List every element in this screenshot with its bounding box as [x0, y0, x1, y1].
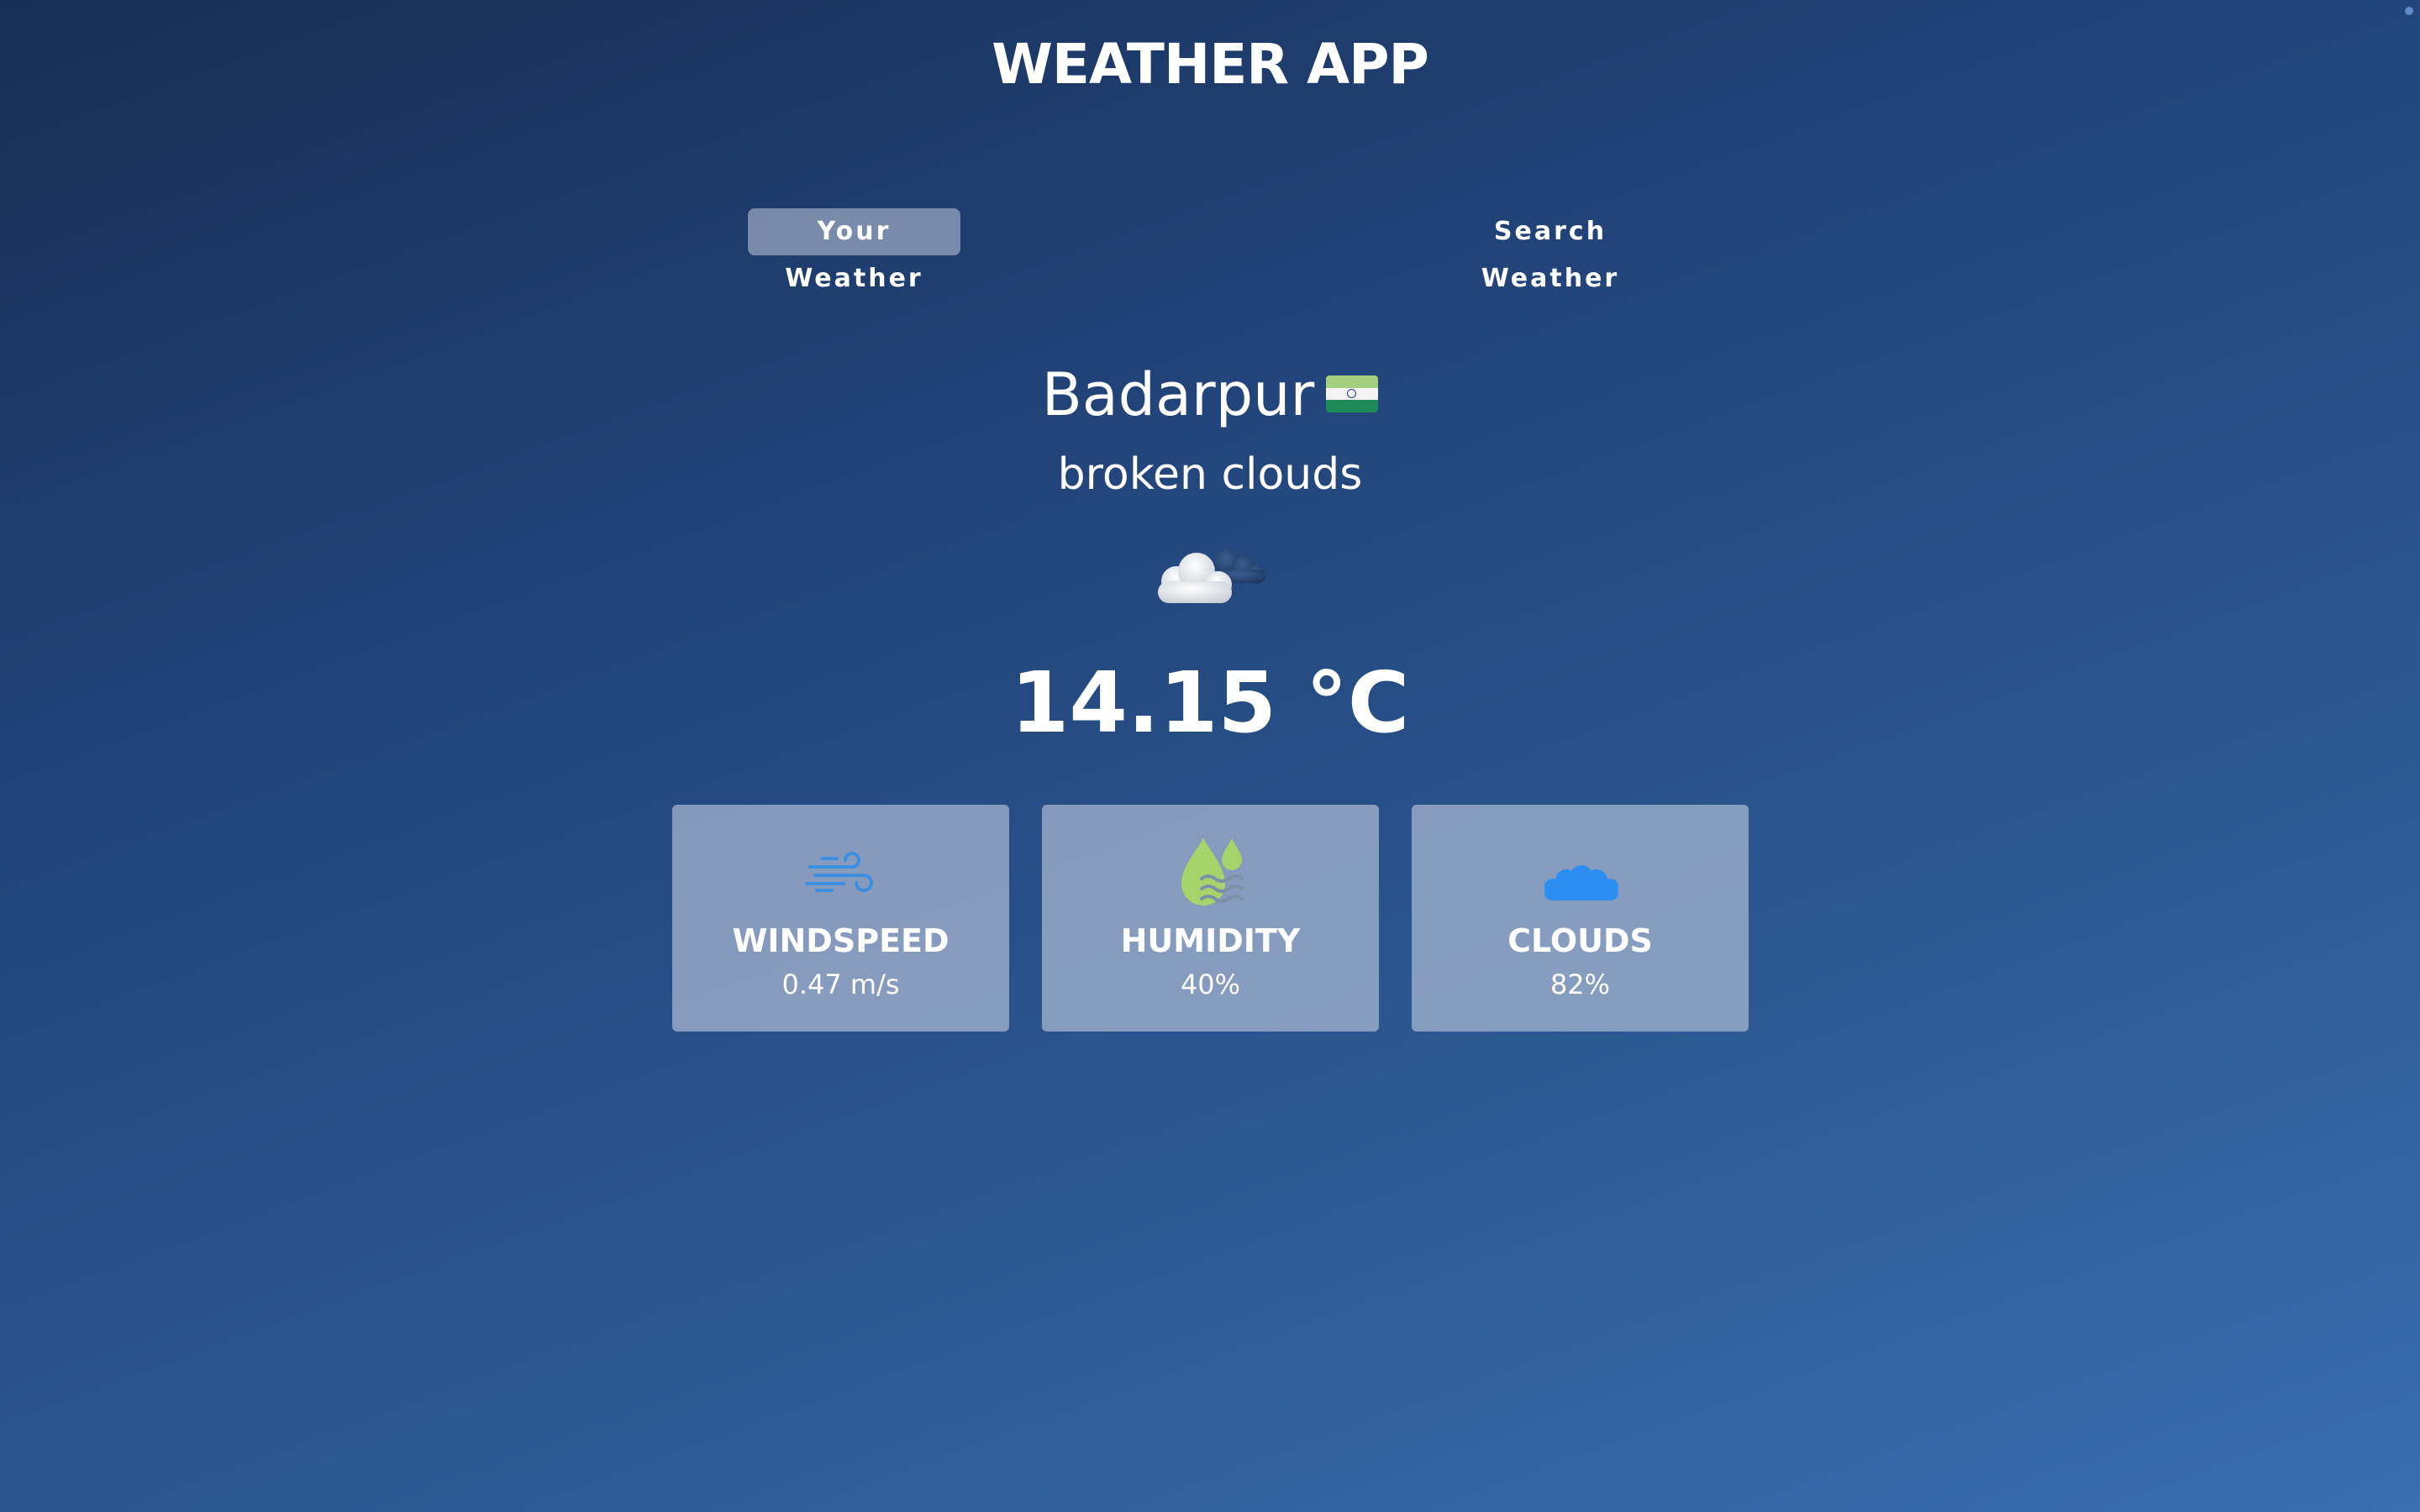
- tab-search-weather[interactable]: Search Weather: [1428, 208, 1672, 293]
- corner-indicator: [2405, 7, 2413, 15]
- weather-description: broken clouds: [1057, 449, 1363, 500]
- clouds-value: 82%: [1549, 969, 1611, 1000]
- wind-icon: [805, 852, 873, 892]
- humidity-card: HUMIDITY 40%: [1042, 805, 1379, 1032]
- app-title: WEATHER APP: [992, 32, 1429, 97]
- city-name: Badarpur: [1041, 360, 1315, 429]
- cloud-icon: [1544, 865, 1618, 900]
- humidity-value: 40%: [1180, 969, 1241, 1000]
- broken-clouds-icon: [1158, 549, 1265, 603]
- windspeed-label: WINDSPEED: [732, 922, 950, 959]
- windspeed-card: WINDSPEED 0.47 m/s: [672, 805, 1009, 1032]
- clouds-card: CLOUDS 82%: [1412, 805, 1749, 1032]
- humidity-icon: [1181, 838, 1244, 906]
- clouds-label: CLOUDS: [1507, 922, 1653, 959]
- windspeed-value: 0.47 m/s: [781, 969, 900, 1000]
- temperature: 14.15 °C: [1010, 654, 1410, 752]
- location-header: Badarpur: [0, 360, 2420, 430]
- humidity-label: HUMIDITY: [1120, 922, 1301, 959]
- tab-your-weather[interactable]: Your Weather: [748, 208, 960, 293]
- india-flag-icon: [1326, 375, 1379, 412]
- tab-bar: Your Weather Search Weather: [0, 208, 2420, 293]
